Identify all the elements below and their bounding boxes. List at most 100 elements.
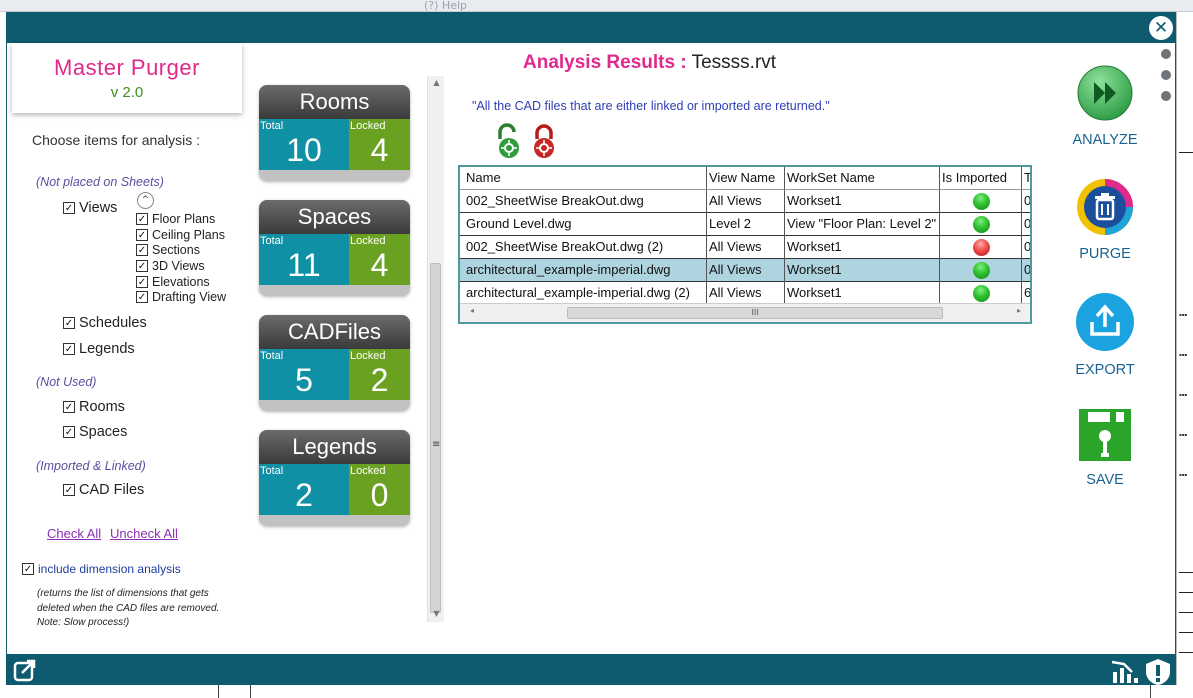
purge-button[interactable]: PURGE [1060,178,1150,262]
export-button[interactable]: EXPORT [1060,292,1150,378]
external-link-icon[interactable] [13,658,37,682]
green-status-icon [973,285,990,302]
card-total-panel: Total 10 [259,119,349,170]
checkbox-box[interactable]: ✓ [136,291,148,303]
section-not-used: (Not Used) [36,375,97,389]
name-cell: architectural_example-imperial.dwg (2) [460,282,707,305]
card-total-value: 2 [295,477,313,513]
table-row[interactable]: 002_SheetWise BreakOut.dwg All Views Works… [460,190,1030,213]
lock-icon[interactable] [529,123,559,163]
checkbox-box[interactable]: ✓ [136,244,148,256]
column-header-extra[interactable]: T [1022,167,1030,190]
collapse-views-icon[interactable]: ^ [137,192,154,209]
background-line [1179,152,1193,153]
legends-checkbox[interactable]: ✓ Legends [63,341,135,357]
card-total-label: Total [260,465,284,477]
workset-cell: Workset1 [785,190,940,213]
card-total-panel: Total 5 [259,349,349,400]
save-button[interactable]: SAVE [1060,408,1150,488]
uncheck-all-link[interactable]: Uncheck All [110,526,178,541]
app-name: Master Purger [54,55,200,80]
checkbox-box[interactable]: ✓ [63,343,75,355]
drafting-view-checkbox[interactable]: ✓ Drafting View [136,290,226,304]
sections-label: Sections [152,243,200,257]
background-toolbar: (?) Help [0,0,1193,12]
card-locked-label: Locked [350,465,386,477]
cards-scrollbar[interactable]: ▲ ≡ ▼ [427,76,444,622]
3d-views-checkbox[interactable]: ✓ 3D Views [136,259,205,273]
view-cell: All Views [707,190,785,213]
card-total-value: 11 [287,247,321,283]
checkbox-box[interactable]: ✓ [22,563,34,575]
app-version: v 2.0 [110,84,144,101]
scrollbar-thumb[interactable] [430,263,441,613]
schedules-checkbox[interactable]: ✓ Schedules [63,315,147,331]
warning-shield-icon[interactable] [1144,658,1172,686]
check-all-link[interactable]: Check All [47,526,101,541]
column-header-is-imported[interactable]: Is Imported [940,167,1022,190]
checkbox-box[interactable]: ✓ [136,229,148,241]
name-cell: 002_SheetWise BreakOut.dwg (2) [460,236,707,259]
ceiling-plans-checkbox[interactable]: ✓ Ceiling Plans [136,228,225,242]
checkbox-box[interactable]: ✓ [63,401,75,413]
rooms-checkbox[interactable]: ✓ Rooms [63,399,125,415]
red-status-icon [973,239,990,256]
checkbox-box[interactable]: ✓ [136,260,148,272]
table-row[interactable]: architectural_example-imperial.dwg (2) Al… [460,282,1030,305]
table-horizontal-scrollbar[interactable]: ◂ III ▸ [460,303,1030,322]
green-status-icon [973,262,990,279]
scroll-up-icon[interactable]: ▲ [428,78,445,87]
background-ruler [0,685,1193,698]
card-total-label: Total [260,235,284,247]
floor-plans-checkbox[interactable]: ✓ Floor Plans [136,212,215,226]
table-row[interactable]: architectural_example-imperial.dwg All Vi… [460,259,1030,282]
ceiling-plans-label: Ceiling Plans [152,228,225,242]
table-row[interactable]: 002_SheetWise BreakOut.dwg (2) All Views W… [460,236,1030,259]
view-cell: All Views [707,236,785,259]
column-header-name[interactable]: Name [460,167,707,190]
results-note: "All the CAD files that are either linke… [472,99,830,113]
card-title: Legends [259,430,410,464]
column-header-workset-name[interactable]: WorkSet Name [785,167,940,190]
background-drawing-note: ▪▪▪ [1179,312,1188,317]
stats-icon[interactable] [1110,658,1140,684]
brand-panel: Master Purger v 2.0 [12,43,242,113]
checkbox-box[interactable]: ✓ [63,202,75,214]
horizontal-scrollbar-thumb[interactable]: III [567,307,943,319]
elevations-checkbox[interactable]: ✓ Elevations [136,275,210,289]
analyze-button[interactable]: ANALYZE [1060,64,1150,148]
more-options-icon[interactable] [1161,49,1171,112]
checkbox-box[interactable]: ✓ [136,213,148,225]
cadfiles-card: CADFiles Total 5 Locked 2 [259,315,410,411]
scroll-down-icon[interactable]: ▼ [428,609,445,618]
workset-cell: View "Floor Plan: Level 2" [785,213,940,236]
checkbox-box[interactable]: ✓ [136,276,148,288]
sections-checkbox[interactable]: ✓ Sections [136,243,200,257]
card-locked-value: 2 [370,362,389,398]
scroll-right-icon[interactable]: ▸ [1017,306,1021,315]
views-checkbox[interactable]: ✓ Views [63,200,117,216]
spaces-label: Spaces [79,424,128,440]
checkbox-box[interactable]: ✓ [63,426,75,438]
checkbox-box[interactable]: ✓ [63,484,75,496]
title-bar[interactable]: ✕ [7,13,1175,43]
scroll-left-icon[interactable]: ◂ [470,306,474,315]
spaces-checkbox[interactable]: ✓ Spaces [63,424,127,440]
card-total-label: Total [260,120,284,132]
spaces-card: Spaces Total 11 Locked 4 [259,200,410,296]
column-header-view-name[interactable]: View Name [707,167,785,190]
cad-files-checkbox[interactable]: ✓ CAD Files [63,482,144,498]
green-status-icon [973,216,990,233]
close-button[interactable]: ✕ [1149,16,1173,40]
view-cell: All Views [707,259,785,282]
export-icon [1076,293,1134,351]
card-locked-panel: Locked 0 [349,464,410,515]
checkbox-box[interactable]: ✓ [63,317,75,329]
dimension-analysis-checkbox[interactable]: ✓ include dimension analysis [22,562,181,576]
unlock-icon[interactable] [494,123,524,163]
table-row[interactable]: Ground Level.dwg Level 2 View "Floor Plan:… [460,213,1030,236]
analyze-icon [1077,65,1133,121]
background-drawing-note: ▪▪▪ [1179,352,1188,357]
screen: (?) Help ▪▪▪ ▪▪▪ ▪▪▪ ▪▪▪ ▪▪▪ ✕ Master Pu… [0,0,1193,698]
purge-label: PURGE [1079,246,1131,262]
